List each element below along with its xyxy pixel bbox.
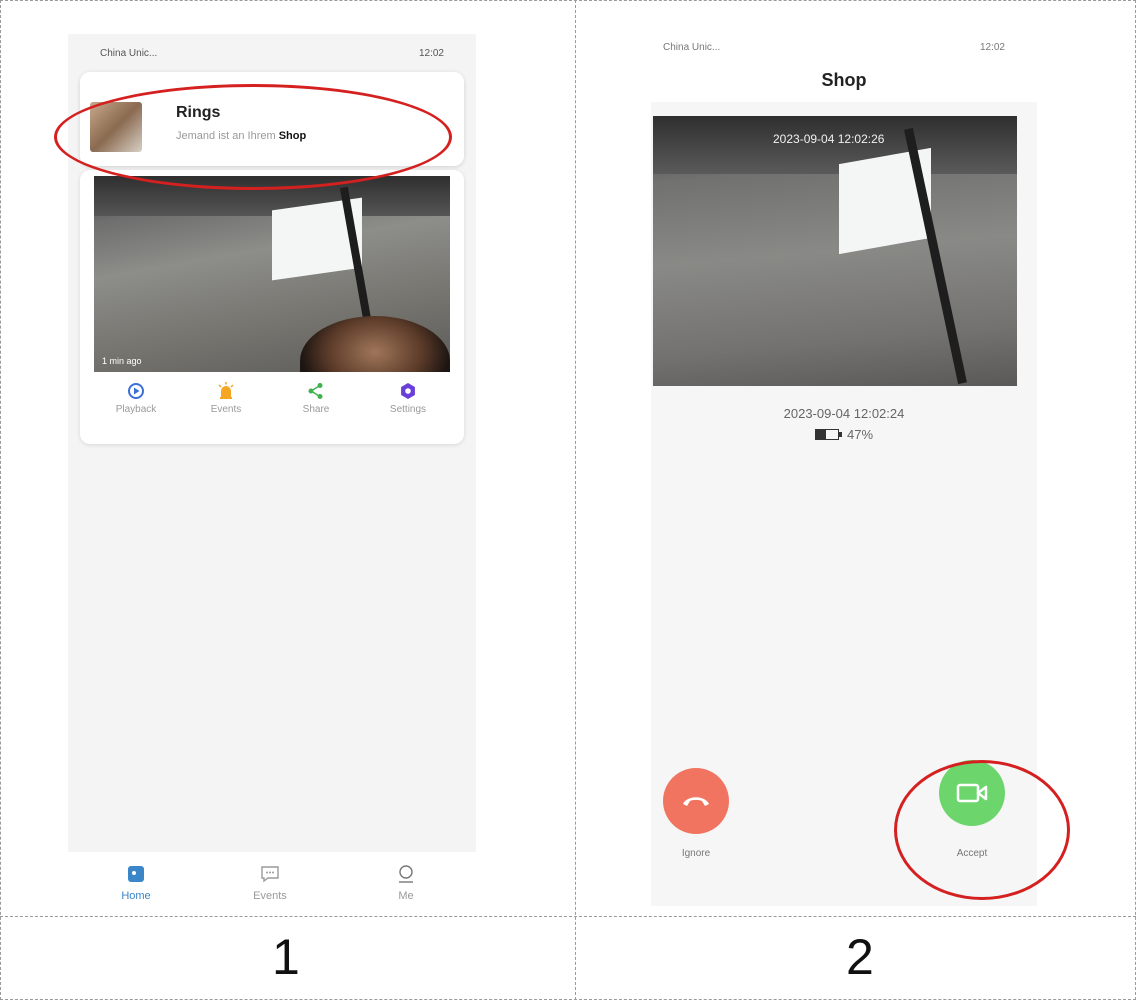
device-actions: Playback Events Share Settings [80,376,464,436]
share-button[interactable]: Share [276,382,356,415]
status-bar: China Unic... 12:02 [68,34,476,74]
camera-preview[interactable]: 1 min ago [94,176,450,372]
tab-events[interactable]: Events [230,864,310,902]
playback-button[interactable]: Playback [96,382,176,415]
ignore-label: Ignore [681,848,711,859]
alarm-icon [218,382,234,399]
call-header: China Unic... 12:02 Shop [651,34,1037,102]
call-info: 2023-09-04 12:02:24 47% [651,406,1037,442]
tab-home-label: Home [121,890,151,902]
event-time: 2023-09-04 12:02:24 [783,406,905,421]
panel-divider-horizontal [0,916,1136,917]
status-time: 12:02 [979,42,1005,53]
carrier-label: China Unic... [100,48,158,59]
gear-icon [401,383,415,399]
panel-divider-vertical [575,0,576,1000]
settings-button[interactable]: Settings [368,382,448,415]
ignore-button[interactable] [663,768,729,834]
tab-events-label: Events [253,890,287,902]
page-title: Shop [821,70,867,90]
chat-icon [261,866,279,883]
events-label: Events [210,404,242,415]
home-icon [128,866,144,882]
playback-label: Playback [115,404,157,415]
events-button[interactable]: Events [186,382,266,415]
tab-home[interactable]: Home [96,864,176,902]
share-label: Share [302,404,330,415]
settings-label: Settings [389,404,427,415]
battery-fill [815,430,827,439]
live-camera-view: 2023-09-04 12:02:26 [653,116,1017,386]
user-icon [399,865,413,883]
step-number-1: 1 [272,929,300,985]
battery-status: 47% [651,427,1037,442]
step-number-2: 2 [846,929,874,985]
battery-icon [814,429,842,440]
bottom-tab-bar: Home Events Me [68,852,476,914]
tab-me[interactable]: Me [366,864,446,902]
highlight-ellipse-notification [54,84,452,190]
hang-up-icon [683,797,709,806]
playback-icon [128,383,144,399]
battery-percent: 47% [846,427,874,442]
share-icon [308,383,323,399]
tab-me-label: Me [398,890,414,902]
status-time: 12:02 [418,48,444,59]
device-card[interactable]: 1 min ago Playback Events Share Settings [80,170,464,444]
camera-timestamp: 2023-09-04 12:02:26 [773,132,885,146]
carrier-label: China Unic... [663,42,721,53]
last-seen-label: 1 min ago [102,356,142,366]
camera-person [300,316,450,372]
highlight-ellipse-accept [894,760,1070,900]
